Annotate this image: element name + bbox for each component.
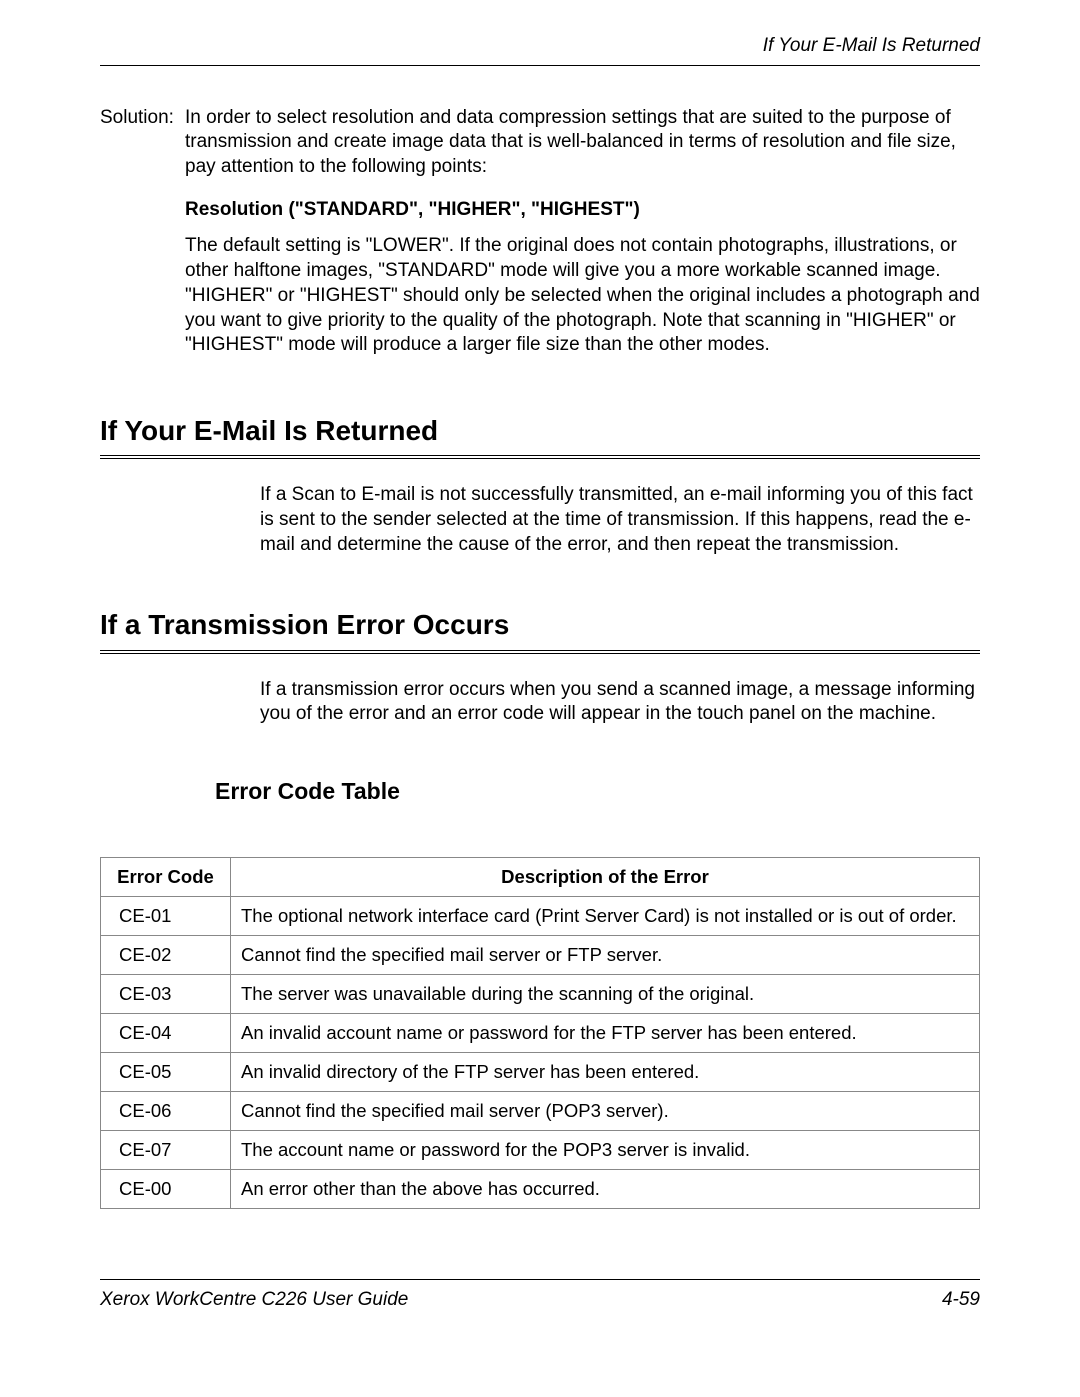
- footer-right: 4-59: [942, 1288, 980, 1313]
- table-cell-desc: The server was unavailable during the sc…: [231, 975, 980, 1014]
- footer-left: Xerox WorkCentre C226 User Guide: [100, 1288, 408, 1313]
- table-row: CE-03The server was unavailable during t…: [101, 975, 980, 1014]
- table-cell-code: CE-07: [101, 1131, 231, 1170]
- table-header-desc: Description of the Error: [231, 857, 980, 896]
- section-body-email-returned: If a Scan to E-mail is not successfully …: [260, 483, 980, 557]
- section-heading-transmission-error: If a Transmission Error Occurs: [100, 607, 980, 653]
- table-header-code: Error Code: [101, 857, 231, 896]
- table-cell-code: CE-00: [101, 1170, 231, 1209]
- table-row: CE-00An error other than the above has o…: [101, 1170, 980, 1209]
- table-cell-code: CE-01: [101, 897, 231, 936]
- table-cell-desc: An invalid directory of the FTP server h…: [231, 1053, 980, 1092]
- resolution-subheading: Resolution ("STANDARD", "HIGHER", "HIGHE…: [185, 198, 980, 223]
- table-row: CE-05An invalid directory of the FTP ser…: [101, 1053, 980, 1092]
- table-cell-code: CE-05: [101, 1053, 231, 1092]
- table-cell-desc: The optional network interface card (Pri…: [231, 897, 980, 936]
- table-cell-desc: Cannot find the specified mail server or…: [231, 936, 980, 975]
- table-row: CE-06Cannot find the specified mail serv…: [101, 1092, 980, 1131]
- table-cell-code: CE-02: [101, 936, 231, 975]
- table-row: CE-01The optional network interface card…: [101, 897, 980, 936]
- section-body-transmission-error: If a transmission error occurs when you …: [260, 678, 980, 727]
- section-heading-email-returned: If Your E-Mail Is Returned: [100, 413, 980, 459]
- solution-block: Solution: In order to select resolution …: [100, 106, 980, 180]
- table-row: CE-04An invalid account name or password…: [101, 1014, 980, 1053]
- table-cell-code: CE-03: [101, 975, 231, 1014]
- table-row: CE-02Cannot find the specified mail serv…: [101, 936, 980, 975]
- table-cell-desc: An error other than the above has occurr…: [231, 1170, 980, 1209]
- table-cell-code: CE-06: [101, 1092, 231, 1131]
- table-cell-desc: An invalid account name or password for …: [231, 1014, 980, 1053]
- table-cell-code: CE-04: [101, 1014, 231, 1053]
- subsection-error-code-table: Error Code Table: [215, 777, 980, 807]
- table-cell-desc: Cannot find the specified mail server (P…: [231, 1092, 980, 1131]
- error-code-table: Error Code Description of the Error CE-0…: [100, 857, 980, 1209]
- table-row: CE-07The account name or password for th…: [101, 1131, 980, 1170]
- table-header-row: Error Code Description of the Error: [101, 857, 980, 896]
- running-header: If Your E-Mail Is Returned: [100, 34, 980, 66]
- solution-text: In order to select resolution and data c…: [185, 106, 980, 180]
- page-footer: Xerox WorkCentre C226 User Guide 4-59: [100, 1279, 980, 1313]
- solution-label: Solution:: [100, 106, 185, 180]
- resolution-body: The default setting is "LOWER". If the o…: [185, 234, 980, 357]
- table-cell-desc: The account name or password for the POP…: [231, 1131, 980, 1170]
